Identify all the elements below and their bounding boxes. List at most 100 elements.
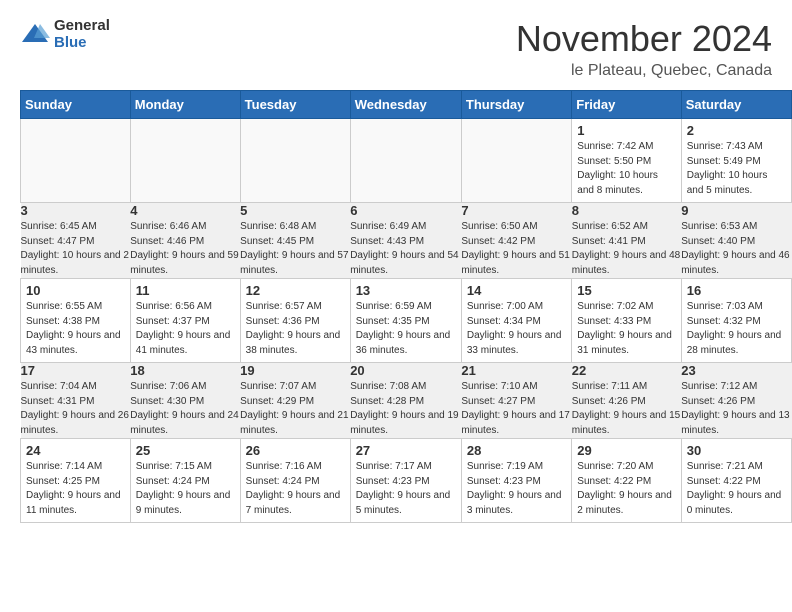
day-cell-w3-d4: 14Sunrise: 7:00 AM Sunset: 4:34 PM Dayli… xyxy=(461,279,571,363)
day-number: 24 xyxy=(26,443,125,458)
day-cell-w4-d2: 19Sunrise: 7:07 AM Sunset: 4:29 PM Dayli… xyxy=(240,363,350,439)
day-number: 18 xyxy=(130,363,240,378)
day-info: Sunrise: 7:11 AM Sunset: 4:26 PM Dayligh… xyxy=(572,380,681,438)
day-info: Sunrise: 7:03 AM Sunset: 4:32 PM Dayligh… xyxy=(687,300,786,358)
day-cell-w3-d6: 16 Sunrise: 7:03 AM Sunset: 4:32 PM Dayli… xyxy=(681,279,791,363)
day-cell-w2-d5: 8 Sunrise: 6:52 AM Sunset: 4:41 PM Daylig… xyxy=(572,203,681,279)
week-row-1: 1Sunrise: 7:42 AM Sunset: 5:50 PM Daylig… xyxy=(21,119,792,203)
day-number: 9 xyxy=(681,203,791,218)
day-number: 13 xyxy=(356,283,456,298)
month-title: November 2024 xyxy=(516,18,772,60)
week-row-5: 24 Sunrise: 7:14 AM Sunset: 4:25 PM Dayli… xyxy=(21,439,792,523)
header-sunday: Sunday xyxy=(21,91,131,119)
weekday-header-row: Sunday Monday Tuesday Wednesday Thursday… xyxy=(21,91,792,119)
day-number: 17 xyxy=(21,363,131,378)
day-number: 3 xyxy=(21,203,131,218)
day-number: 4 xyxy=(130,203,240,218)
day-number: 30 xyxy=(687,443,786,458)
day-info: Sunrise: 7:20 AM Sunset: 4:22 PM Dayligh… xyxy=(577,460,675,518)
day-cell-w3-d1: 11 Sunrise: 6:56 AM Sunset: 4:37 PM Dayli… xyxy=(130,279,240,363)
day-info: Sunrise: 7:16 AM Sunset: 4:24 PM Dayligh… xyxy=(246,460,345,518)
day-info: Sunrise: 6:46 AM Sunset: 4:46 PM Dayligh… xyxy=(130,220,240,278)
day-cell-w1-d5: 1Sunrise: 7:42 AM Sunset: 5:50 PM Daylig… xyxy=(572,119,681,203)
day-cell-w4-d6: 23 Sunrise: 7:12 AM Sunset: 4:26 PM Dayli… xyxy=(681,363,791,439)
day-number: 7 xyxy=(461,203,571,218)
day-cell-w5-d2: 26 Sunrise: 7:16 AM Sunset: 4:24 PM Dayli… xyxy=(240,439,350,523)
day-number: 28 xyxy=(467,443,566,458)
day-info: Sunrise: 7:04 AM Sunset: 4:31 PM Dayligh… xyxy=(21,380,131,438)
day-cell-w2-d6: 9 Sunrise: 6:53 AM Sunset: 4:40 PM Daylig… xyxy=(681,203,791,279)
day-cell-w1-d6: 2 Sunrise: 7:43 AM Sunset: 5:49 PM Daylig… xyxy=(681,119,791,203)
day-info: Sunrise: 7:02 AM Sunset: 4:33 PM Dayligh… xyxy=(577,300,675,358)
day-info: Sunrise: 7:06 AM Sunset: 4:30 PM Dayligh… xyxy=(130,380,240,438)
location: le Plateau, Quebec, Canada xyxy=(516,62,772,80)
day-info: Sunrise: 7:07 AM Sunset: 4:29 PM Dayligh… xyxy=(240,380,350,438)
day-info: Sunrise: 6:57 AM Sunset: 4:36 PM Dayligh… xyxy=(246,300,345,358)
title-block: November 2024 le Plateau, Quebec, Canada xyxy=(516,18,772,80)
day-cell-w1-d4 xyxy=(461,119,571,203)
day-info: Sunrise: 6:49 AM Sunset: 4:43 PM Dayligh… xyxy=(350,220,461,278)
day-info: Sunrise: 6:56 AM Sunset: 4:37 PM Dayligh… xyxy=(136,300,235,358)
day-cell-w4-d0: 17 Sunrise: 7:04 AM Sunset: 4:31 PM Dayli… xyxy=(21,363,131,439)
day-info: Sunrise: 7:00 AM Sunset: 4:34 PM Dayligh… xyxy=(467,300,566,358)
day-cell-w4-d5: 22 Sunrise: 7:11 AM Sunset: 4:26 PM Dayli… xyxy=(572,363,681,439)
header-friday: Friday xyxy=(572,91,681,119)
day-cell-w3-d3: 13 Sunrise: 6:59 AM Sunset: 4:35 PM Dayli… xyxy=(350,279,461,363)
day-number: 26 xyxy=(246,443,345,458)
header-saturday: Saturday xyxy=(681,91,791,119)
day-info: Sunrise: 6:45 AM Sunset: 4:47 PM Dayligh… xyxy=(21,220,131,278)
day-cell-w5-d5: 29Sunrise: 7:20 AM Sunset: 4:22 PM Dayli… xyxy=(572,439,681,523)
day-info: Sunrise: 7:14 AM Sunset: 4:25 PM Dayligh… xyxy=(26,460,125,518)
day-info: Sunrise: 7:19 AM Sunset: 4:23 PM Dayligh… xyxy=(467,460,566,518)
day-number: 2 xyxy=(687,123,786,138)
day-cell-w5-d0: 24 Sunrise: 7:14 AM Sunset: 4:25 PM Dayli… xyxy=(21,439,131,523)
page-header: General Blue November 2024 le Plateau, Q… xyxy=(0,0,792,90)
header-tuesday: Tuesday xyxy=(240,91,350,119)
day-cell-w2-d2: 5Sunrise: 6:48 AM Sunset: 4:45 PM Daylig… xyxy=(240,203,350,279)
day-cell-w1-d2 xyxy=(240,119,350,203)
day-number: 10 xyxy=(26,283,125,298)
day-number: 11 xyxy=(136,283,235,298)
day-number: 15 xyxy=(577,283,675,298)
day-cell-w3-d5: 15 Sunrise: 7:02 AM Sunset: 4:33 PM Dayli… xyxy=(572,279,681,363)
day-cell-w5-d1: 25 Sunrise: 7:15 AM Sunset: 4:24 PM Dayli… xyxy=(130,439,240,523)
week-row-3: 10 Sunrise: 6:55 AM Sunset: 4:38 PM Dayli… xyxy=(21,279,792,363)
day-number: 12 xyxy=(246,283,345,298)
day-number: 23 xyxy=(681,363,791,378)
day-number: 5 xyxy=(240,203,350,218)
day-info: Sunrise: 6:53 AM Sunset: 4:40 PM Dayligh… xyxy=(681,220,791,278)
day-info: Sunrise: 7:42 AM Sunset: 5:50 PM Dayligh… xyxy=(577,140,675,198)
day-number: 16 xyxy=(687,283,786,298)
day-info: Sunrise: 6:55 AM Sunset: 4:38 PM Dayligh… xyxy=(26,300,125,358)
day-cell-w3-d0: 10 Sunrise: 6:55 AM Sunset: 4:38 PM Dayli… xyxy=(21,279,131,363)
logo-icon xyxy=(20,20,50,50)
day-info: Sunrise: 7:15 AM Sunset: 4:24 PM Dayligh… xyxy=(136,460,235,518)
day-info: Sunrise: 7:10 AM Sunset: 4:27 PM Dayligh… xyxy=(461,380,571,438)
logo-general-text: General xyxy=(54,18,110,35)
day-info: Sunrise: 7:43 AM Sunset: 5:49 PM Dayligh… xyxy=(687,140,786,198)
logo-blue-text: Blue xyxy=(54,35,110,52)
day-number: 20 xyxy=(350,363,461,378)
day-number: 22 xyxy=(572,363,681,378)
day-cell-w1-d0 xyxy=(21,119,131,203)
day-info: Sunrise: 7:21 AM Sunset: 4:22 PM Dayligh… xyxy=(687,460,786,518)
header-wednesday: Wednesday xyxy=(350,91,461,119)
calendar-container: Sunday Monday Tuesday Wednesday Thursday… xyxy=(0,90,792,533)
day-info: Sunrise: 7:12 AM Sunset: 4:26 PM Dayligh… xyxy=(681,380,791,438)
day-number: 21 xyxy=(461,363,571,378)
day-cell-w5-d4: 28 Sunrise: 7:19 AM Sunset: 4:23 PM Dayli… xyxy=(461,439,571,523)
day-cell-w2-d0: 3 Sunrise: 6:45 AM Sunset: 4:47 PM Daylig… xyxy=(21,203,131,279)
day-cell-w2-d4: 7 Sunrise: 6:50 AM Sunset: 4:42 PM Daylig… xyxy=(461,203,571,279)
day-cell-w5-d6: 30 Sunrise: 7:21 AM Sunset: 4:22 PM Dayli… xyxy=(681,439,791,523)
header-monday: Monday xyxy=(130,91,240,119)
day-cell-w1-d1 xyxy=(130,119,240,203)
day-info: Sunrise: 7:17 AM Sunset: 4:23 PM Dayligh… xyxy=(356,460,456,518)
day-number: 25 xyxy=(136,443,235,458)
week-row-2: 3 Sunrise: 6:45 AM Sunset: 4:47 PM Daylig… xyxy=(21,203,792,279)
day-info: Sunrise: 6:52 AM Sunset: 4:41 PM Dayligh… xyxy=(572,220,681,278)
day-info: Sunrise: 6:59 AM Sunset: 4:35 PM Dayligh… xyxy=(356,300,456,358)
day-number: 6 xyxy=(350,203,461,218)
day-number: 8 xyxy=(572,203,681,218)
day-info: Sunrise: 6:50 AM Sunset: 4:42 PM Dayligh… xyxy=(461,220,571,278)
day-number: 27 xyxy=(356,443,456,458)
